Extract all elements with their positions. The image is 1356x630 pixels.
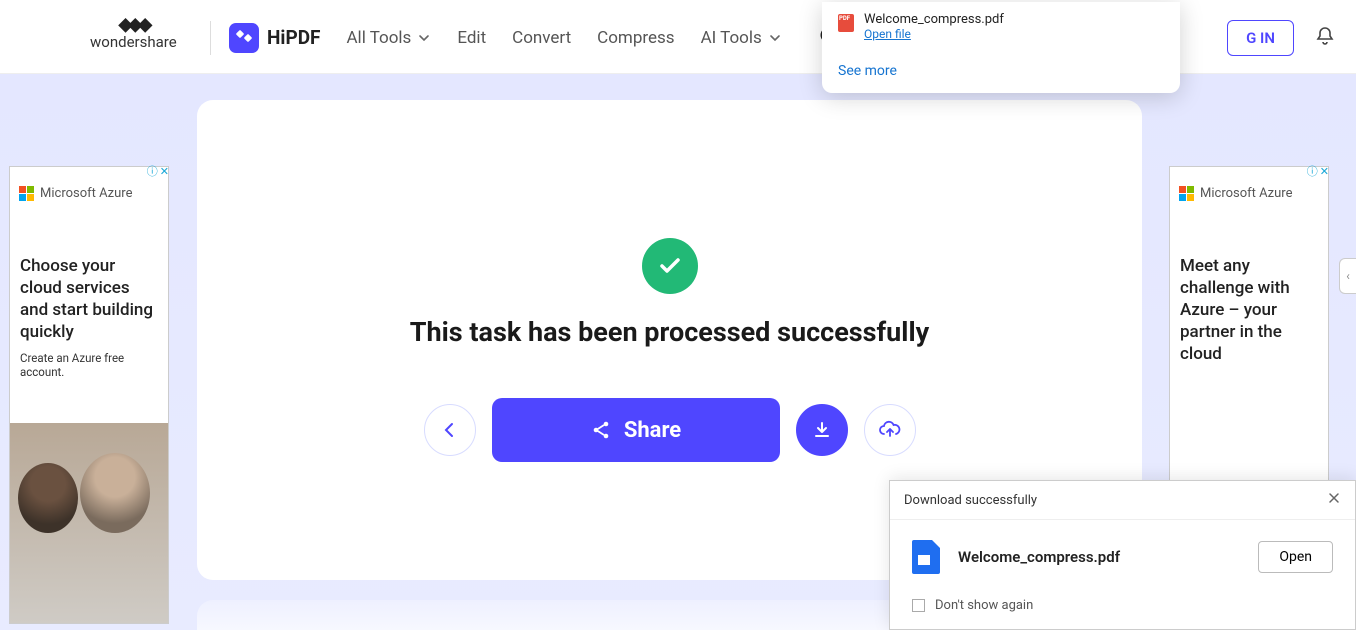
adchoices-icon[interactable]: ⓘ✕ (1307, 166, 1329, 177)
open-button[interactable]: Open (1258, 541, 1333, 573)
pdf-file-icon (838, 14, 854, 32)
ad-left-image (10, 423, 168, 623)
download-button[interactable] (796, 404, 848, 456)
success-check-icon (642, 238, 698, 294)
hipdf-logo-icon (229, 23, 259, 53)
ad-right-copy: Meet any challenge with Azure – your par… (1170, 201, 1328, 365)
cloud-upload-button[interactable] (864, 404, 916, 456)
wondershare-brand[interactable]: ◆◆◆ wondershare (90, 14, 177, 51)
nav-convert[interactable]: Convert (512, 28, 571, 48)
wondershare-icon: ◆◆◆ (119, 14, 149, 35)
ad-left-subcopy: Create an Azure free account. (10, 343, 168, 387)
nav-compress[interactable]: Compress (597, 28, 674, 48)
hipdf-label: HiPDF (267, 26, 320, 49)
share-icon (590, 419, 612, 441)
hipdf-brand[interactable]: HiPDF (229, 23, 320, 53)
divider (210, 21, 211, 55)
ad-left[interactable]: ⓘ✕ Microsoft Azure Choose your cloud ser… (9, 166, 169, 624)
microsoft-logo-icon (18, 185, 34, 201)
chevron-left-icon (440, 420, 460, 440)
ad-left-brand-text: Microsoft Azure (40, 186, 132, 201)
ad-right-brand-text: Microsoft Azure (1200, 186, 1292, 201)
popup-filename: Welcome_compress.pdf (958, 548, 1240, 566)
open-file-link[interactable]: Open file (864, 27, 1004, 41)
download-filename: Welcome_compress.pdf (864, 12, 1004, 27)
popup-title: Download successfully (904, 493, 1037, 508)
wondershare-label: wondershare (90, 33, 177, 51)
main-nav: All Tools Edit Convert Compress AI Tools… (346, 25, 893, 51)
download-entry[interactable]: Welcome_compress.pdf Open file (838, 12, 1164, 41)
ad-left-copy: Choose your cloud services and start bui… (10, 201, 168, 343)
nav-edit[interactable]: Edit (457, 28, 486, 48)
nav-all-tools-label: All Tools (346, 28, 411, 48)
back-button[interactable] (424, 404, 476, 456)
ad-right-brand: Microsoft Azure (1170, 181, 1328, 201)
chevron-down-icon (417, 31, 431, 45)
share-label: Share (624, 418, 681, 443)
dont-show-checkbox[interactable] (912, 599, 925, 612)
action-row: Share (424, 398, 916, 462)
dont-show-label: Don't show again (935, 598, 1033, 613)
success-title: This task has been processed successfull… (410, 316, 929, 348)
microsoft-logo-icon (1178, 185, 1194, 201)
side-toggle[interactable]: ‹ (1339, 258, 1356, 294)
adchoices-icon[interactable]: ⓘ✕ (147, 166, 169, 177)
download-success-popup: Download successfully Welcome_compress.p… (889, 480, 1356, 630)
cloud-upload-icon (878, 418, 902, 442)
bell-icon[interactable] (1314, 25, 1336, 51)
see-more-link[interactable]: See more (838, 63, 1164, 79)
nav-all-tools[interactable]: All Tools (346, 28, 431, 48)
browser-downloads-dropdown: Welcome_compress.pdf Open file See more (822, 2, 1180, 93)
ad-left-brand: Microsoft Azure (10, 181, 168, 201)
download-icon (812, 420, 832, 440)
share-button[interactable]: Share (492, 398, 780, 462)
nav-ai-tools[interactable]: AI Tools (701, 28, 782, 48)
close-icon[interactable] (1327, 491, 1341, 509)
document-icon (912, 540, 940, 574)
login-button[interactable]: G IN (1227, 20, 1294, 56)
nav-ai-tools-label: AI Tools (701, 28, 762, 48)
chevron-down-icon (768, 31, 782, 45)
